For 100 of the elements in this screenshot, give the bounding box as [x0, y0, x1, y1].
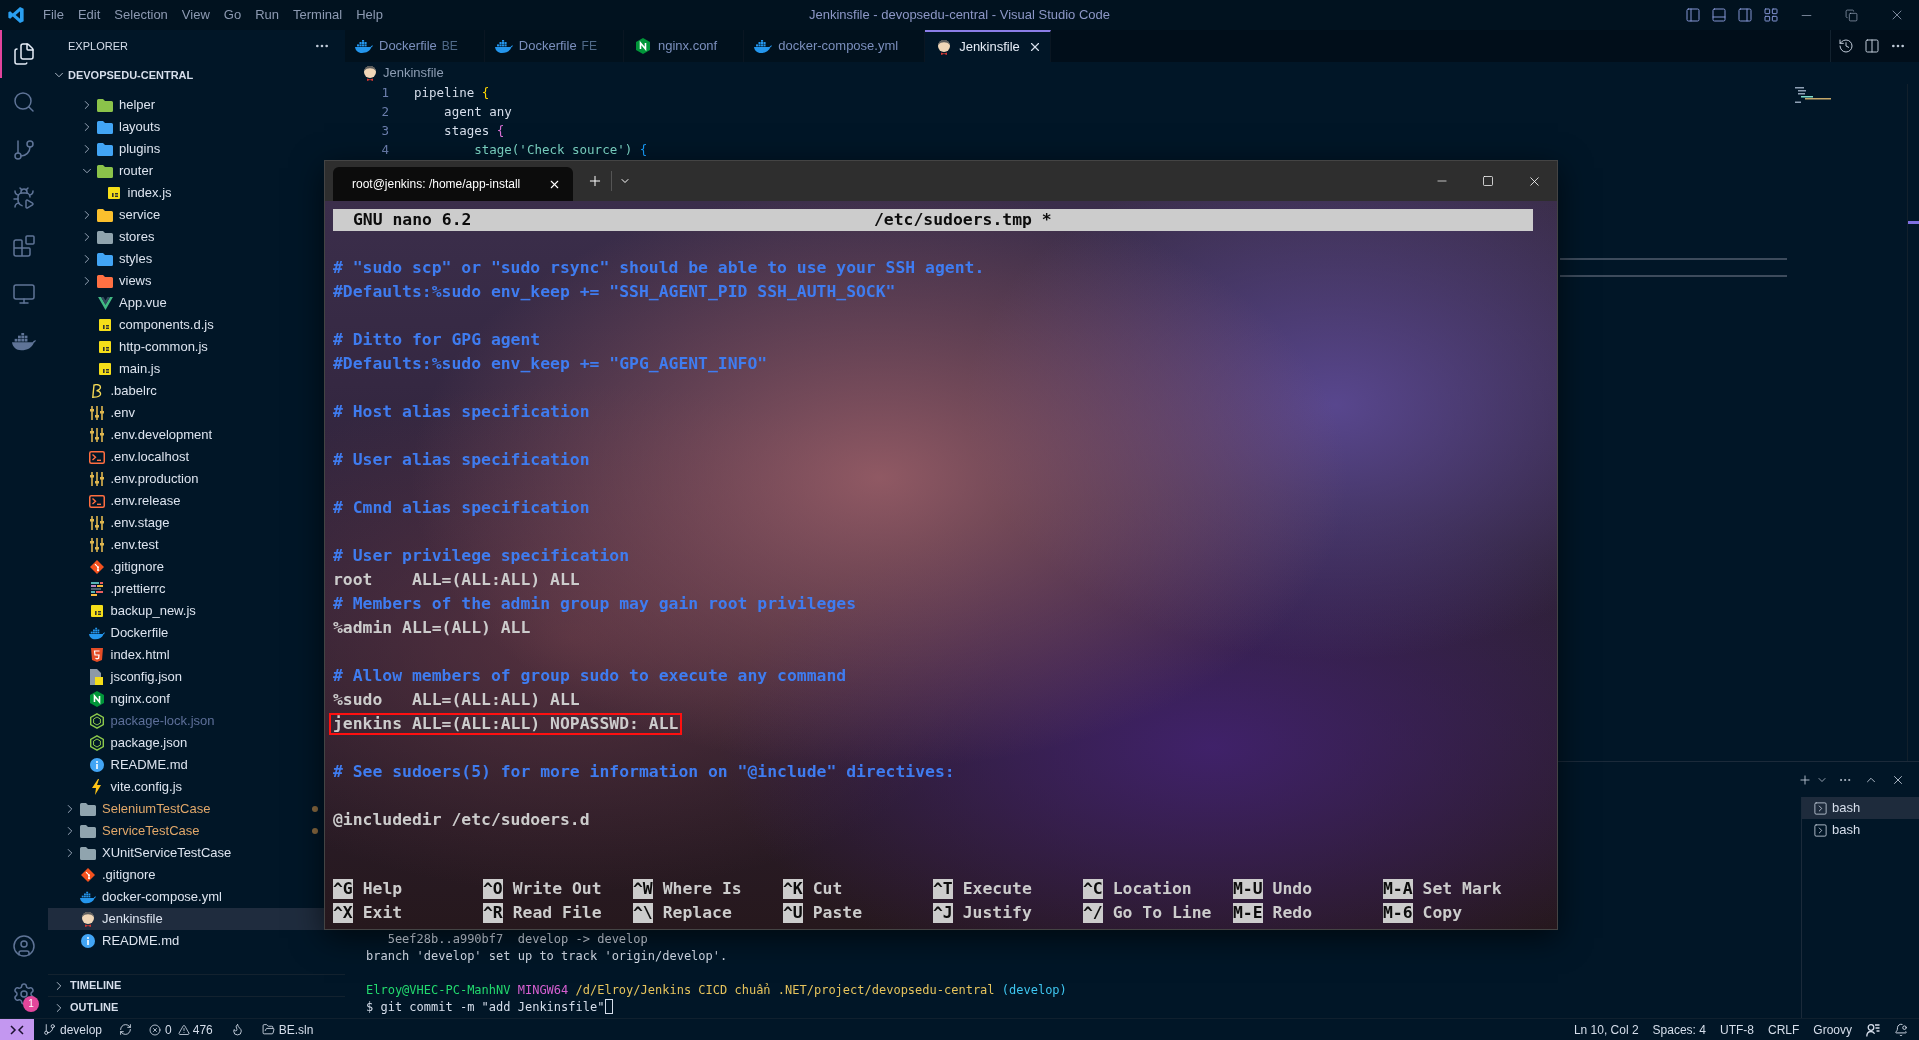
minimap-drawing: [1795, 87, 1831, 103]
shortcut-label: Write Out: [512, 878, 602, 900]
file-tree-item[interactable]: .env.production: [48, 468, 324, 490]
file-tree-item[interactable]: layouts: [48, 116, 324, 138]
code-line: stages {: [443, 122, 505, 141]
panel-toggle-icon[interactable]: [1711, 7, 1727, 23]
file-tree-item[interactable]: .prettierrc: [48, 578, 324, 600]
file-tree-item[interactable]: http-common.js: [48, 336, 324, 358]
file-tree-item[interactable]: README.md: [48, 754, 324, 776]
shortcut-key: M-A: [1383, 879, 1413, 900]
file-tree-item[interactable]: docker-compose.yml: [48, 886, 324, 908]
js-file-icon: [107, 187, 120, 199]
section-header[interactable]: TIMELINE: [48, 974, 345, 996]
menu-item[interactable]: Run: [248, 5, 286, 25]
branch-status-item[interactable]: develop: [43, 1020, 103, 1039]
problems-status-item[interactable]: 0 476: [149, 1020, 213, 1039]
history-icon[interactable]: [1838, 38, 1854, 54]
file-tree-item[interactable]: jsconfig.json: [48, 666, 324, 688]
play-bug-icon[interactable]: [12, 186, 36, 210]
file-tree-item[interactable]: helper: [48, 94, 324, 116]
settings-file-icon: [89, 428, 104, 442]
file-tree-item[interactable]: .env.release: [48, 490, 324, 512]
code-line: stage('Check source') {: [473, 141, 648, 160]
terminal-tab[interactable]: root@jenkins: /home/app-install: [333, 167, 573, 201]
file-tree-item[interactable]: package.json: [48, 732, 324, 754]
editor-tab[interactable]: Jenkinsfile: [925, 30, 1051, 62]
remote-indicator[interactable]: [0, 1019, 34, 1040]
file-tree-item[interactable]: vite.config.js: [48, 776, 324, 798]
file-tree-item[interactable]: README.md: [48, 930, 324, 952]
feedback-icon[interactable]: [1866, 1022, 1880, 1037]
flame-icon[interactable]: [230, 1023, 244, 1036]
status-item[interactable]: Ln 10, Col 2: [1566, 1020, 1646, 1039]
settings-file-icon: [89, 516, 104, 530]
file-tree-item[interactable]: .env.stage: [48, 512, 324, 534]
file-tree-item[interactable]: XUnitServiceTestCase: [48, 842, 324, 864]
line-number: 2: [380, 103, 389, 122]
menu-item[interactable]: Edit: [70, 5, 108, 25]
layout-icon[interactable]: [1763, 7, 1779, 23]
file-tree-item[interactable]: .babelrc: [48, 380, 324, 402]
terminal-list-item[interactable]: bash: [1802, 819, 1919, 841]
menu-item[interactable]: File: [36, 5, 71, 25]
status-item[interactable]: Groovy: [1806, 1020, 1859, 1039]
file-tree-item[interactable]: main.js: [48, 358, 324, 380]
sync-icon[interactable]: [119, 1023, 133, 1036]
section-header[interactable]: OUTLINE: [48, 996, 345, 1018]
terminal-list-item[interactable]: bash: [1802, 797, 1919, 819]
file-tree-item[interactable]: .gitignore: [48, 864, 324, 886]
file-tree-item[interactable]: service: [48, 204, 324, 226]
file-tree-item[interactable]: views: [48, 270, 324, 292]
file-tree-item[interactable]: components.d.js: [48, 314, 324, 336]
breadcrumb-item[interactable]: Jenkinsfile: [383, 63, 444, 83]
plus-icon[interactable]: [587, 173, 603, 189]
file-tree-item[interactable]: .env.test: [48, 534, 324, 556]
menu-item[interactable]: View: [174, 5, 217, 25]
file-tree-item[interactable]: backup_new.js: [48, 600, 324, 622]
secondary-sidebar-toggle-icon[interactable]: [1737, 7, 1753, 23]
file-tree-item[interactable]: index.html: [48, 644, 324, 666]
status-item[interactable]: CRLF: [1760, 1020, 1807, 1039]
file-tree-item[interactable]: index.js: [48, 182, 324, 204]
warning-icon: [177, 1023, 190, 1036]
file-tree-item[interactable]: nginx.conf: [48, 688, 324, 710]
maximize-icon[interactable]: [1482, 175, 1494, 187]
search-icon[interactable]: [12, 90, 36, 114]
menu-item[interactable]: Go: [216, 5, 249, 25]
blocks-icon[interactable]: [12, 234, 36, 258]
plus-icon[interactable]: [1798, 772, 1812, 787]
file-tree-item[interactable]: router: [48, 160, 324, 182]
file-tree-item[interactable]: .gitignore: [48, 556, 324, 578]
file-tree-item[interactable]: ServiceTestCase: [48, 820, 324, 842]
file-tree-item[interactable]: plugins: [48, 138, 324, 160]
notifications-icon[interactable]: [1894, 1022, 1908, 1037]
file-tree-item[interactable]: .env.localhost: [48, 446, 324, 468]
info-icon: [89, 758, 104, 772]
branch-icon[interactable]: [12, 138, 36, 162]
file-tree-item[interactable]: package-lock.json: [48, 710, 324, 732]
file-tree-item[interactable]: stores: [48, 226, 324, 248]
settings-icon[interactable]: [12, 982, 36, 1006]
shortcut-label: Location: [1112, 878, 1192, 900]
menu-item[interactable]: Terminal: [286, 5, 350, 25]
monitor-icon[interactable]: [12, 282, 36, 306]
restore-icon[interactable]: [1845, 8, 1858, 22]
sidebar-toggle-icon[interactable]: [1685, 7, 1701, 23]
files-icon[interactable]: [12, 42, 36, 66]
file-tree-item[interactable]: App.vue: [48, 292, 324, 314]
status-item[interactable]: Spaces: 4: [1645, 1020, 1713, 1039]
file-tree-item[interactable]: SeleniumTestCase: [48, 798, 324, 820]
file-tree-item[interactable]: .env.development: [48, 424, 324, 446]
settings-file-icon: [89, 538, 104, 552]
split-editor-icon[interactable]: [1864, 38, 1880, 54]
file-tree-item[interactable]: .env: [48, 402, 324, 424]
solution-status-item[interactable]: BE.sln: [261, 1020, 314, 1039]
menu-item[interactable]: Selection: [107, 5, 175, 25]
status-item[interactable]: UTF-8: [1712, 1020, 1761, 1039]
file-tree-item[interactable]: styles: [48, 248, 324, 270]
menu-item[interactable]: Help: [349, 5, 390, 25]
file-tree-item[interactable]: Dockerfile: [48, 622, 324, 644]
folder-header[interactable]: DEVOPSEDU-CENTRAL: [48, 62, 345, 88]
file-tree-item[interactable]: Jenkinsfile: [48, 908, 324, 930]
whale-icon[interactable]: [12, 333, 36, 351]
account-icon[interactable]: [12, 934, 36, 958]
